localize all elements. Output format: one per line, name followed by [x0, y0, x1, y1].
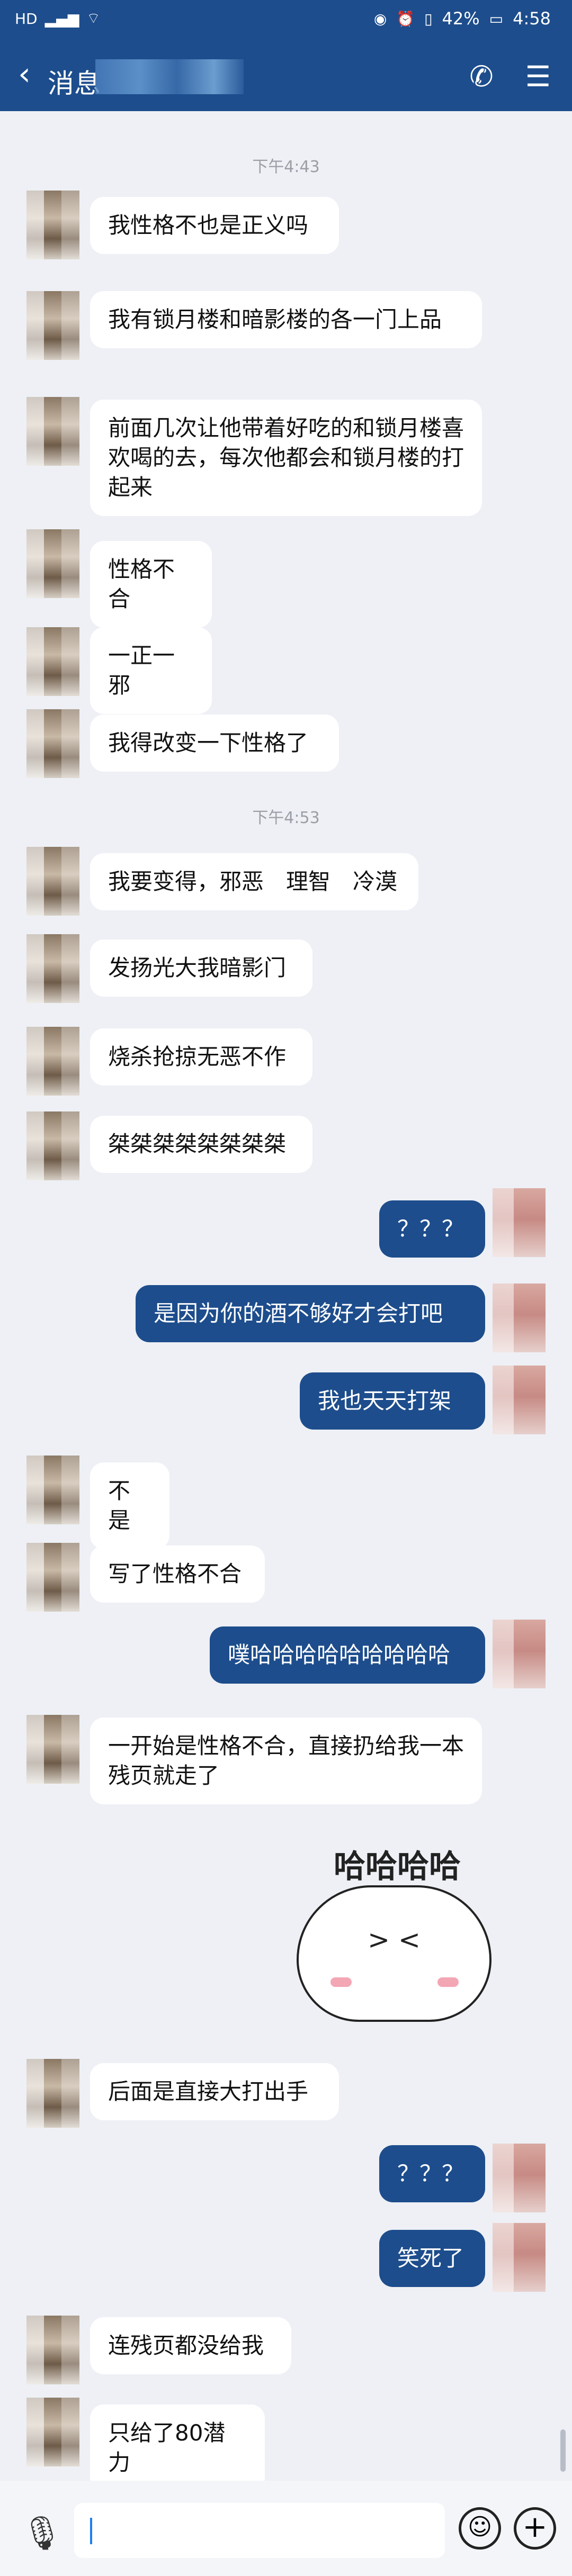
vibrate-icon: ▯	[424, 10, 433, 28]
message-bubble[interactable]: 我也天天打架	[300, 1372, 485, 1430]
alarm-icon: ⏰	[396, 10, 415, 28]
my-avatar[interactable]	[493, 1188, 546, 1257]
message-bubble[interactable]: 我要变得，邪恶 理智 冷漠	[90, 853, 418, 910]
message-bubble[interactable]: 是因为你的酒不够好才会打吧	[136, 1285, 485, 1342]
scrollbar[interactable]	[560, 2429, 566, 2472]
menu-icon[interactable]: ☰	[525, 61, 551, 92]
blurred-contact-name	[95, 59, 244, 94]
contact-avatar[interactable]	[26, 1543, 79, 1612]
message-bubble[interactable]: 我得改变一下性格了	[90, 715, 339, 772]
battery-icon: ▭	[489, 10, 504, 28]
sticker-cheek	[330, 1977, 352, 1987]
contact-avatar[interactable]	[26, 191, 79, 259]
contact-avatar[interactable]	[26, 2059, 79, 2128]
contact-avatar[interactable]	[26, 529, 79, 598]
emoji-icon[interactable]: ☺	[459, 2507, 501, 2550]
status-time: 4:58	[513, 8, 551, 29]
contact-avatar[interactable]	[26, 2398, 79, 2466]
message-bubble[interactable]: 我性格不也是正义吗	[90, 197, 339, 254]
contact-avatar[interactable]	[26, 1715, 79, 1784]
message-bubble[interactable]: 只给了80潜力	[90, 2405, 265, 2491]
contact-avatar[interactable]	[26, 709, 79, 778]
message-bubble[interactable]: ？？？	[379, 1200, 485, 1258]
message-bubble[interactable]: 连残页都没给我	[90, 2317, 291, 2374]
contact-avatar[interactable]	[26, 627, 79, 696]
my-avatar[interactable]	[493, 1366, 546, 1434]
message-bubble[interactable]: 性格不合	[90, 541, 212, 628]
sticker-cheek	[437, 1977, 459, 1987]
message-bubble[interactable]: 笑死了	[379, 2230, 485, 2287]
my-avatar[interactable]	[493, 2223, 546, 2292]
contact-avatar[interactable]	[26, 1456, 79, 1524]
header-actions: ✆ ☰	[469, 61, 551, 92]
back-label[interactable]: 消息	[48, 62, 101, 101]
my-avatar[interactable]	[493, 1620, 546, 1688]
status-bar: HD ▂▄▆ ⌔ ◉ ⏰ ▯ 42% ▭ 4:58	[0, 0, 572, 42]
my-avatar[interactable]	[493, 1284, 546, 1352]
phone-icon[interactable]: ✆	[469, 61, 493, 92]
sticker-face: > <	[368, 1924, 421, 1955]
contact-avatar[interactable]	[26, 847, 79, 916]
my-avatar[interactable]	[493, 2144, 546, 2212]
wifi-icon: ⌔	[86, 10, 101, 27]
microphone-icon[interactable]: 🎙	[21, 2514, 63, 2553]
message-bubble[interactable]: 桀桀桀桀桀桀桀桀	[90, 1116, 312, 1173]
eye-icon: ◉	[373, 10, 387, 28]
message-bubble[interactable]: 后面是直接大打出手	[90, 2063, 339, 2120]
status-right: ◉ ⏰ ▯ 42% ▭ 4:58	[374, 8, 551, 29]
input-bar: 🎙 ☺ +	[0, 2481, 572, 2576]
message-input[interactable]	[74, 2503, 445, 2558]
message-bubble[interactable]: 烧杀抢掠无恶不作	[90, 1028, 312, 1086]
message-bubble[interactable]: 一开始是性格不合，直接扔给我一本残页就走了	[90, 1718, 482, 1804]
message-bubble[interactable]: 前面几次让他带着好吃的和锁月楼喜欢喝的去，每次他都会和锁月楼的打起来	[90, 400, 482, 516]
message-bubble[interactable]: 我有锁月楼和暗影楼的各一门上品	[90, 291, 482, 348]
message-bubble[interactable]: 噗哈哈哈哈哈哈哈哈哈	[210, 1626, 485, 1684]
plus-icon[interactable]: +	[514, 2507, 556, 2550]
timestamp: 下午4:43	[252, 158, 320, 176]
message-bubble[interactable]: 发扬光大我暗影门	[90, 939, 312, 997]
message-bubble[interactable]: 不是	[90, 1462, 169, 1549]
contact-avatar[interactable]	[26, 934, 79, 1003]
hd-icon: HD	[15, 10, 38, 28]
chat-header: ‹ 消息 ✆ ☰	[0, 42, 572, 111]
sticker-body: > <	[297, 1885, 491, 2022]
contact-avatar[interactable]	[26, 1111, 79, 1180]
sticker-caption: 哈哈哈哈	[334, 1848, 461, 1885]
message-list[interactable]: 下午4:43 我性格不也是正义吗 我有锁月楼和暗影楼的各一门上品 前面几次让他带…	[0, 111, 572, 2491]
contact-avatar[interactable]	[26, 291, 79, 360]
chevron-left-icon: ‹	[18, 56, 31, 93]
status-left-icons: HD ▂▄▆ ⌔	[15, 10, 101, 28]
laughing-bun-sticker[interactable]: 哈哈哈哈 > <	[297, 1841, 498, 2022]
timestamp: 下午4:53	[252, 809, 320, 827]
back-button[interactable]: ‹	[18, 58, 31, 90]
message-bubble[interactable]: 一正一邪	[90, 627, 212, 714]
text-caret	[90, 2518, 92, 2544]
contact-avatar[interactable]	[26, 397, 79, 466]
message-bubble[interactable]: ？？？	[379, 2145, 485, 2202]
signal-icon: ▂▄▆	[44, 10, 79, 28]
contact-avatar[interactable]	[26, 1027, 79, 1096]
message-bubble[interactable]: 写了性格不合	[90, 1545, 265, 1603]
contact-avatar[interactable]	[26, 2316, 79, 2384]
battery-percent: 42%	[442, 8, 480, 29]
